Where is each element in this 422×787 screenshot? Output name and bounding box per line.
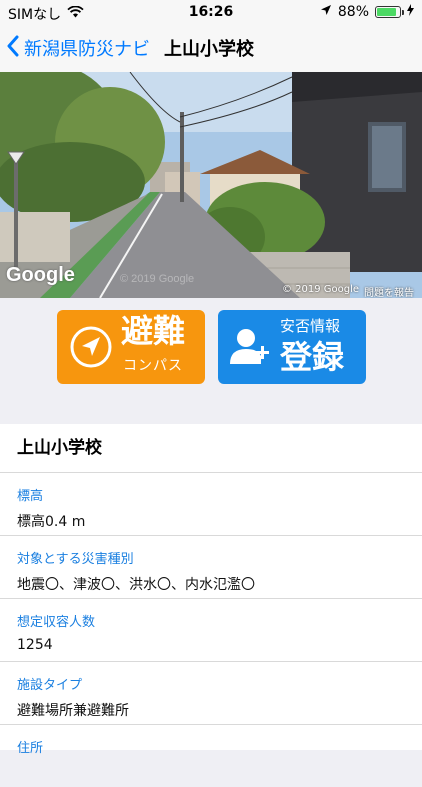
chevron-left-icon <box>6 35 20 62</box>
street-view-image[interactable]: © 2019 Google Google © 2019 Google 問題を報告 <box>0 72 422 298</box>
compass-arrow-icon <box>69 325 113 373</box>
location-arrow-icon <box>320 4 332 20</box>
report-problem-link[interactable]: 問題を報告 <box>364 284 414 298</box>
evac-sub-label: コンパス <box>123 358 183 374</box>
safety-main-label: 登録 <box>280 338 345 376</box>
facility-detail-list: 上山小学校 標高 標高0.4 m 対象とする災害種別 地震〇、津波〇、洪水〇、内… <box>0 424 422 756</box>
row-value: 1254 <box>17 637 53 653</box>
detail-row-hazard-types: 対象とする災害種別 地震〇、津波〇、洪水〇、内水氾濫〇 <box>0 536 422 599</box>
back-label: 新潟県防災ナビ <box>24 39 150 60</box>
battery-icon <box>375 6 404 18</box>
row-label: 住所 <box>17 741 44 756</box>
detail-row-capacity: 想定収容人数 1254 <box>0 599 422 662</box>
back-button[interactable]: 新潟県防災ナビ <box>0 35 150 62</box>
google-logo: Google <box>6 264 75 286</box>
row-label: 対象とする災害種別 <box>17 552 134 567</box>
row-value: 避難場所兼避難所 <box>17 703 129 719</box>
row-label: 標高 <box>17 489 44 504</box>
facility-name: 上山小学校 <box>0 424 422 473</box>
row-value: 地震〇、津波〇、洪水〇、内水氾濫〇 <box>17 577 255 593</box>
row-label: 施設タイプ <box>17 678 83 693</box>
row-label: 想定収容人数 <box>17 615 96 630</box>
user-add-icon <box>228 324 274 374</box>
detail-row-address: 住所 <box>0 725 422 787</box>
detail-row-elevation: 標高 標高0.4 m <box>0 473 422 536</box>
navigation-bar: 新潟県防災ナビ 上山小学校 <box>0 24 422 73</box>
evacuation-compass-button[interactable]: 避難 コンパス <box>57 310 205 384</box>
row-value: 標高0.4 m <box>17 514 86 530</box>
street-view-watermark: © 2019 Google <box>120 273 194 285</box>
status-bar: SIMなし 16:26 88% <box>0 0 422 24</box>
battery-tip <box>402 10 404 15</box>
status-right: 88% <box>320 4 414 20</box>
battery-percent: 88% <box>337 4 369 20</box>
map-copyright: © 2019 Google <box>282 284 360 295</box>
battery-level <box>377 8 396 16</box>
action-area: 避難 コンパス 安否情報 登録 <box>0 298 422 424</box>
page-title: 上山小学校 <box>164 39 254 60</box>
charging-bolt-icon <box>407 4 414 20</box>
detail-row-facility-type: 施設タイプ 避難場所兼避難所 <box>0 662 422 725</box>
safety-top-label: 安否情報 <box>280 317 341 335</box>
safety-registration-button[interactable]: 安否情報 登録 <box>218 310 366 384</box>
evac-main-label: 避難 <box>121 312 186 350</box>
